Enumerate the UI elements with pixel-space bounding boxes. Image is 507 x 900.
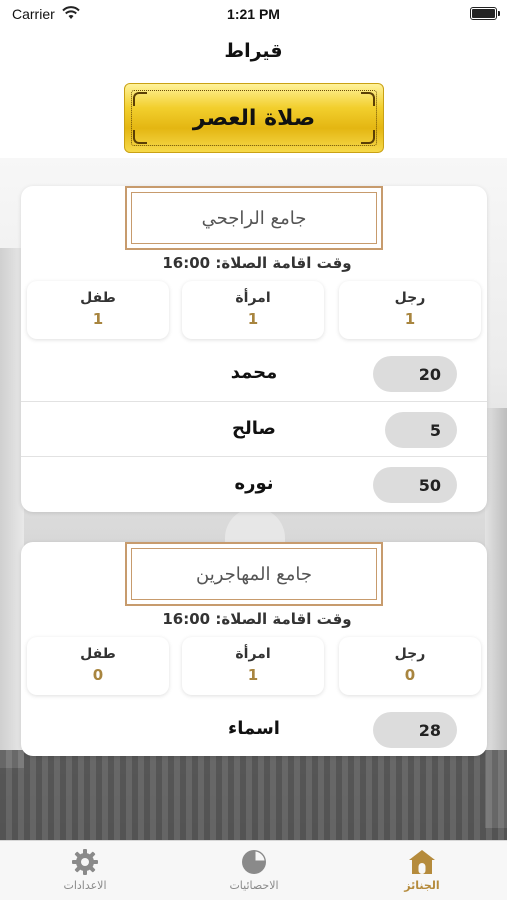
child-label: طفل — [80, 290, 116, 306]
tab-bar: الاعدادات الاحصائيات الجنائز — [0, 840, 507, 900]
prayer-banner[interactable]: صلاة العصر — [124, 83, 384, 153]
gender-counters: رجل 0 امرأة 1 طفل 0 — [21, 637, 487, 699]
man-count: 0 — [404, 666, 416, 684]
man-label: رجل — [394, 646, 426, 662]
prayer-time-value: 16:00 — [162, 610, 211, 628]
man-counter[interactable]: رجل 0 — [339, 637, 481, 695]
list-item[interactable]: محمد 20 — [21, 346, 487, 401]
deceased-list: محمد 20 صالح 5 نوره 50 — [21, 346, 487, 511]
gender-counters: رجل 1 امرأة 1 طفل 1 — [21, 281, 487, 343]
tab-statistics[interactable]: الاحصائيات — [194, 847, 314, 892]
child-count: 0 — [92, 666, 104, 684]
prayer-time-label: وقت اقامة الصلاة: — [215, 254, 352, 272]
tab-label: الجنائز — [404, 879, 440, 892]
home-icon — [409, 850, 435, 874]
mosque-card[interactable]: جامع المهاجرين وقت اقامة الصلاة: 16:00 ر… — [21, 542, 487, 756]
status-time: 1:21 PM — [227, 6, 280, 22]
background-ground — [0, 750, 507, 840]
tab-funerals[interactable]: الجنائز — [362, 847, 482, 892]
ornament-icon — [361, 130, 375, 144]
pie-chart-icon — [242, 850, 266, 874]
prayer-name: صلاة العصر — [192, 105, 316, 131]
child-counter[interactable]: طفل 0 — [27, 637, 169, 695]
man-counter[interactable]: رجل 1 — [339, 281, 481, 339]
page-title: قيراط — [224, 40, 283, 62]
age-badge: 50 — [373, 467, 457, 503]
child-label: طفل — [80, 646, 116, 662]
woman-counter[interactable]: امرأة 1 — [182, 637, 324, 695]
man-count: 1 — [404, 310, 416, 328]
woman-label: امرأة — [235, 290, 271, 306]
age-badge: 20 — [373, 356, 457, 392]
tab-label: الاحصائيات — [229, 879, 279, 892]
woman-count: 1 — [247, 666, 259, 684]
prayer-time: وقت اقامة الصلاة: 16:00 — [21, 254, 487, 272]
tab-label: الاعدادات — [63, 879, 107, 892]
prayer-time-label: وقت اقامة الصلاة: — [215, 610, 352, 628]
age-badge: 28 — [373, 712, 457, 748]
child-count: 1 — [92, 310, 104, 328]
mosque-name: جامع المهاجرين — [196, 563, 312, 585]
gear-icon — [72, 849, 98, 875]
background-dome — [225, 508, 285, 544]
list-item[interactable]: نوره 50 — [21, 456, 487, 511]
ornament-icon — [133, 92, 147, 106]
mosque-name-frame: جامع المهاجرين — [125, 542, 383, 606]
deceased-list: اسماء 28 — [21, 702, 487, 756]
tab-settings[interactable]: الاعدادات — [25, 847, 145, 892]
prayer-time-value: 16:00 — [162, 254, 211, 272]
woman-counter[interactable]: امرأة 1 — [182, 281, 324, 339]
mosque-card[interactable]: جامع الراجحي وقت اقامة الصلاة: 16:00 رجل… — [21, 186, 487, 512]
woman-count: 1 — [247, 310, 259, 328]
man-label: رجل — [394, 290, 426, 306]
mosque-name: جامع الراجحي — [201, 207, 307, 229]
prayer-time: وقت اقامة الصلاة: 16:00 — [21, 610, 487, 628]
status-bar: Carrier 1:21 PM — [0, 0, 507, 30]
age-badge: 5 — [385, 412, 457, 448]
battery-icon — [470, 7, 500, 20]
child-counter[interactable]: طفل 1 — [27, 281, 169, 339]
woman-label: امرأة — [235, 646, 271, 662]
list-item[interactable]: اسماء 28 — [21, 702, 487, 756]
ornament-icon — [361, 92, 375, 106]
list-item[interactable]: صالح 5 — [21, 401, 487, 456]
ornament-icon — [133, 130, 147, 144]
mosque-name-frame: جامع الراجحي — [125, 186, 383, 250]
